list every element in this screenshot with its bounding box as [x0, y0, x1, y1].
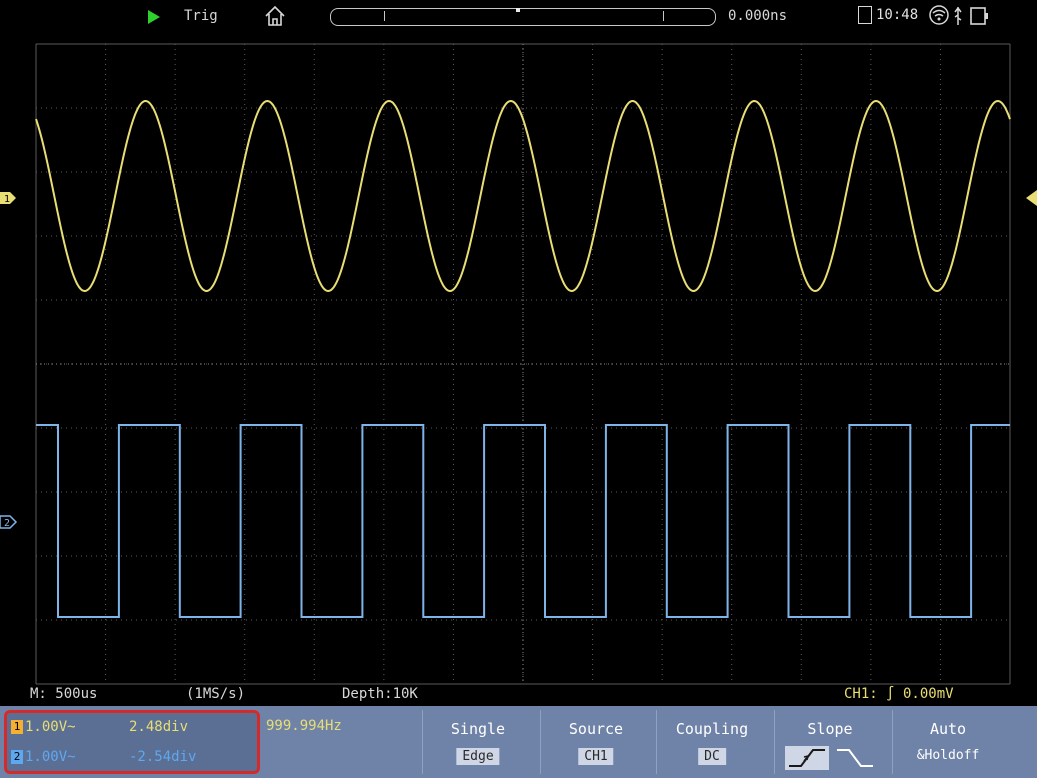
trigger-type-value: Edge [456, 748, 500, 765]
ch1-marker-label: 1 [4, 194, 10, 205]
horizontal-position: 0.000ns [728, 8, 788, 24]
usb-icon [954, 6, 962, 25]
frequency-readout: 999.994Hz [266, 718, 342, 734]
bottom-menu-bar: 1 1.00V~ 2.48div 2 1.00V~ -2.54div 999.994Hz… [0, 706, 1037, 778]
battery-icon [970, 7, 988, 25]
acquisition-info-bar: M: 500us (1MS/s) Depth:10K CH1: ∫ 0.00mV [0, 684, 1037, 706]
sample-rate: (1MS/s) [186, 686, 246, 702]
play-icon[interactable] [148, 10, 160, 24]
source-label: Source [568, 720, 624, 738]
holdoff-value: &Holdoff [916, 748, 980, 763]
ch1-volts-div: 1.00V~ [25, 719, 76, 735]
waveform-display: 1 2 [0, 34, 1037, 706]
trigger-status: Trig [184, 8, 218, 24]
memory-icon [858, 6, 872, 24]
ch2-badge: 2 [11, 750, 23, 764]
ch1-status[interactable]: 1 1.00V~ 2.48div [11, 719, 188, 735]
timeline-window [384, 11, 664, 21]
ch1-level-marker[interactable]: 1 [0, 192, 16, 205]
ch1-badge: 1 [11, 720, 23, 734]
trigger-readout: CH1: ∫ 0.00mV [844, 686, 954, 702]
trigger-level-marker[interactable] [1026, 190, 1037, 206]
ch2-volts-div: 1.00V~ [25, 749, 76, 765]
trigger-mode-key[interactable]: Single Edge [422, 710, 533, 774]
ch2-marker-label: 2 [4, 518, 10, 529]
source-key[interactable]: Source CH1 [540, 710, 651, 774]
source-value: CH1 [578, 748, 614, 765]
channel-status-box: 1 1.00V~ 2.48div 2 1.00V~ -2.54div [4, 710, 260, 774]
coupling-value: DC [698, 748, 726, 765]
ch1-offset: 2.48div [129, 719, 189, 735]
timebase[interactable]: M: 500us [30, 686, 97, 702]
waveform-graticule: 1 2 [0, 43, 1037, 685]
slope-key[interactable]: Slope [774, 710, 885, 774]
ch2-offset: -2.54div [129, 749, 197, 765]
coupling-key[interactable]: Coupling DC [656, 710, 767, 774]
home-icon[interactable] [264, 4, 286, 28]
oscilloscope-screen: Trig 0.000ns 10:48 1 2 M: 500us (1MS/s) … [0, 0, 1037, 778]
falling-edge-icon[interactable] [833, 746, 877, 770]
ch2-status[interactable]: 2 1.00V~ -2.54div [11, 749, 196, 765]
wifi-icon [929, 5, 949, 25]
top-status-bar: Trig 0.000ns 10:48 [0, 0, 1037, 34]
memory-depth: Depth:10K [342, 686, 418, 702]
ch2-level-marker[interactable]: 2 [0, 515, 18, 529]
trigger-mode-label: Single [450, 720, 506, 738]
rising-edge-icon[interactable] [785, 746, 829, 770]
slope-label: Slope [807, 720, 853, 738]
clock: 10:48 [876, 7, 919, 23]
coupling-label: Coupling [675, 720, 749, 738]
holdoff-key[interactable]: Auto &Holdoff [892, 710, 1003, 774]
holdoff-label: Auto [929, 720, 967, 738]
trigger-position-marker [516, 8, 520, 12]
